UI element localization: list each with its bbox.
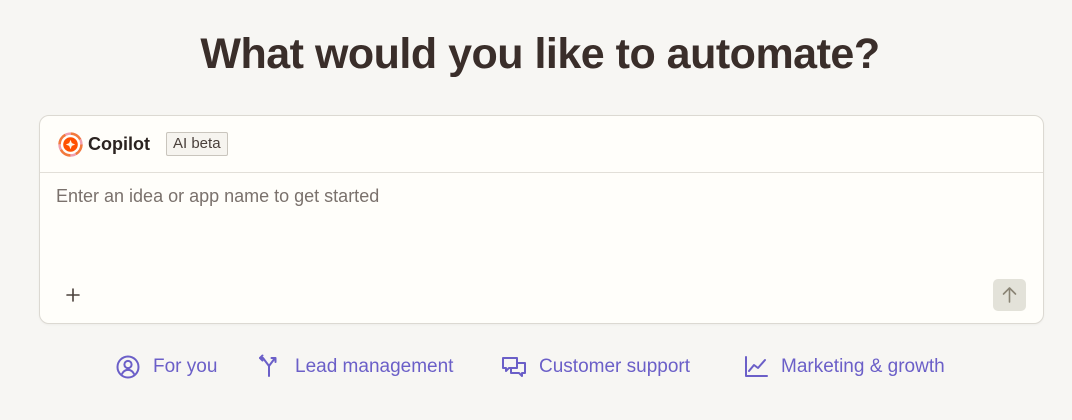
page: What would you like to automate? Copilot… bbox=[0, 0, 1072, 420]
add-button[interactable] bbox=[62, 284, 84, 306]
category-label: Lead management bbox=[295, 356, 454, 377]
line-chart-icon bbox=[745, 356, 768, 377]
category-label: Marketing & growth bbox=[781, 356, 945, 377]
category-label: For you bbox=[153, 356, 218, 377]
copilot-logo-icon bbox=[58, 132, 83, 157]
prompt-input[interactable] bbox=[56, 186, 1016, 246]
plus-icon bbox=[66, 288, 80, 302]
copilot-card: Copilot AI beta bbox=[39, 115, 1044, 324]
category-list: For you Lead management Customer support bbox=[0, 350, 1072, 384]
chat-bubbles-icon bbox=[502, 357, 526, 377]
category-for-you[interactable]: For you bbox=[115, 350, 217, 384]
category-lead-management[interactable]: Lead management bbox=[257, 350, 453, 384]
ai-beta-badge: AI beta bbox=[166, 132, 228, 156]
copilot-header: Copilot AI beta bbox=[40, 116, 1043, 173]
page-title: What would you like to automate? bbox=[200, 30, 880, 78]
user-circle-icon bbox=[116, 355, 140, 379]
send-button[interactable] bbox=[993, 279, 1026, 311]
category-marketing-growth[interactable]: Marketing & growth bbox=[743, 350, 945, 384]
arrow-up-icon bbox=[1002, 287, 1017, 303]
copilot-label: Copilot bbox=[88, 134, 150, 154]
category-customer-support[interactable]: Customer support bbox=[501, 350, 690, 384]
category-label: Customer support bbox=[539, 356, 691, 377]
split-arrows-icon bbox=[259, 354, 277, 377]
